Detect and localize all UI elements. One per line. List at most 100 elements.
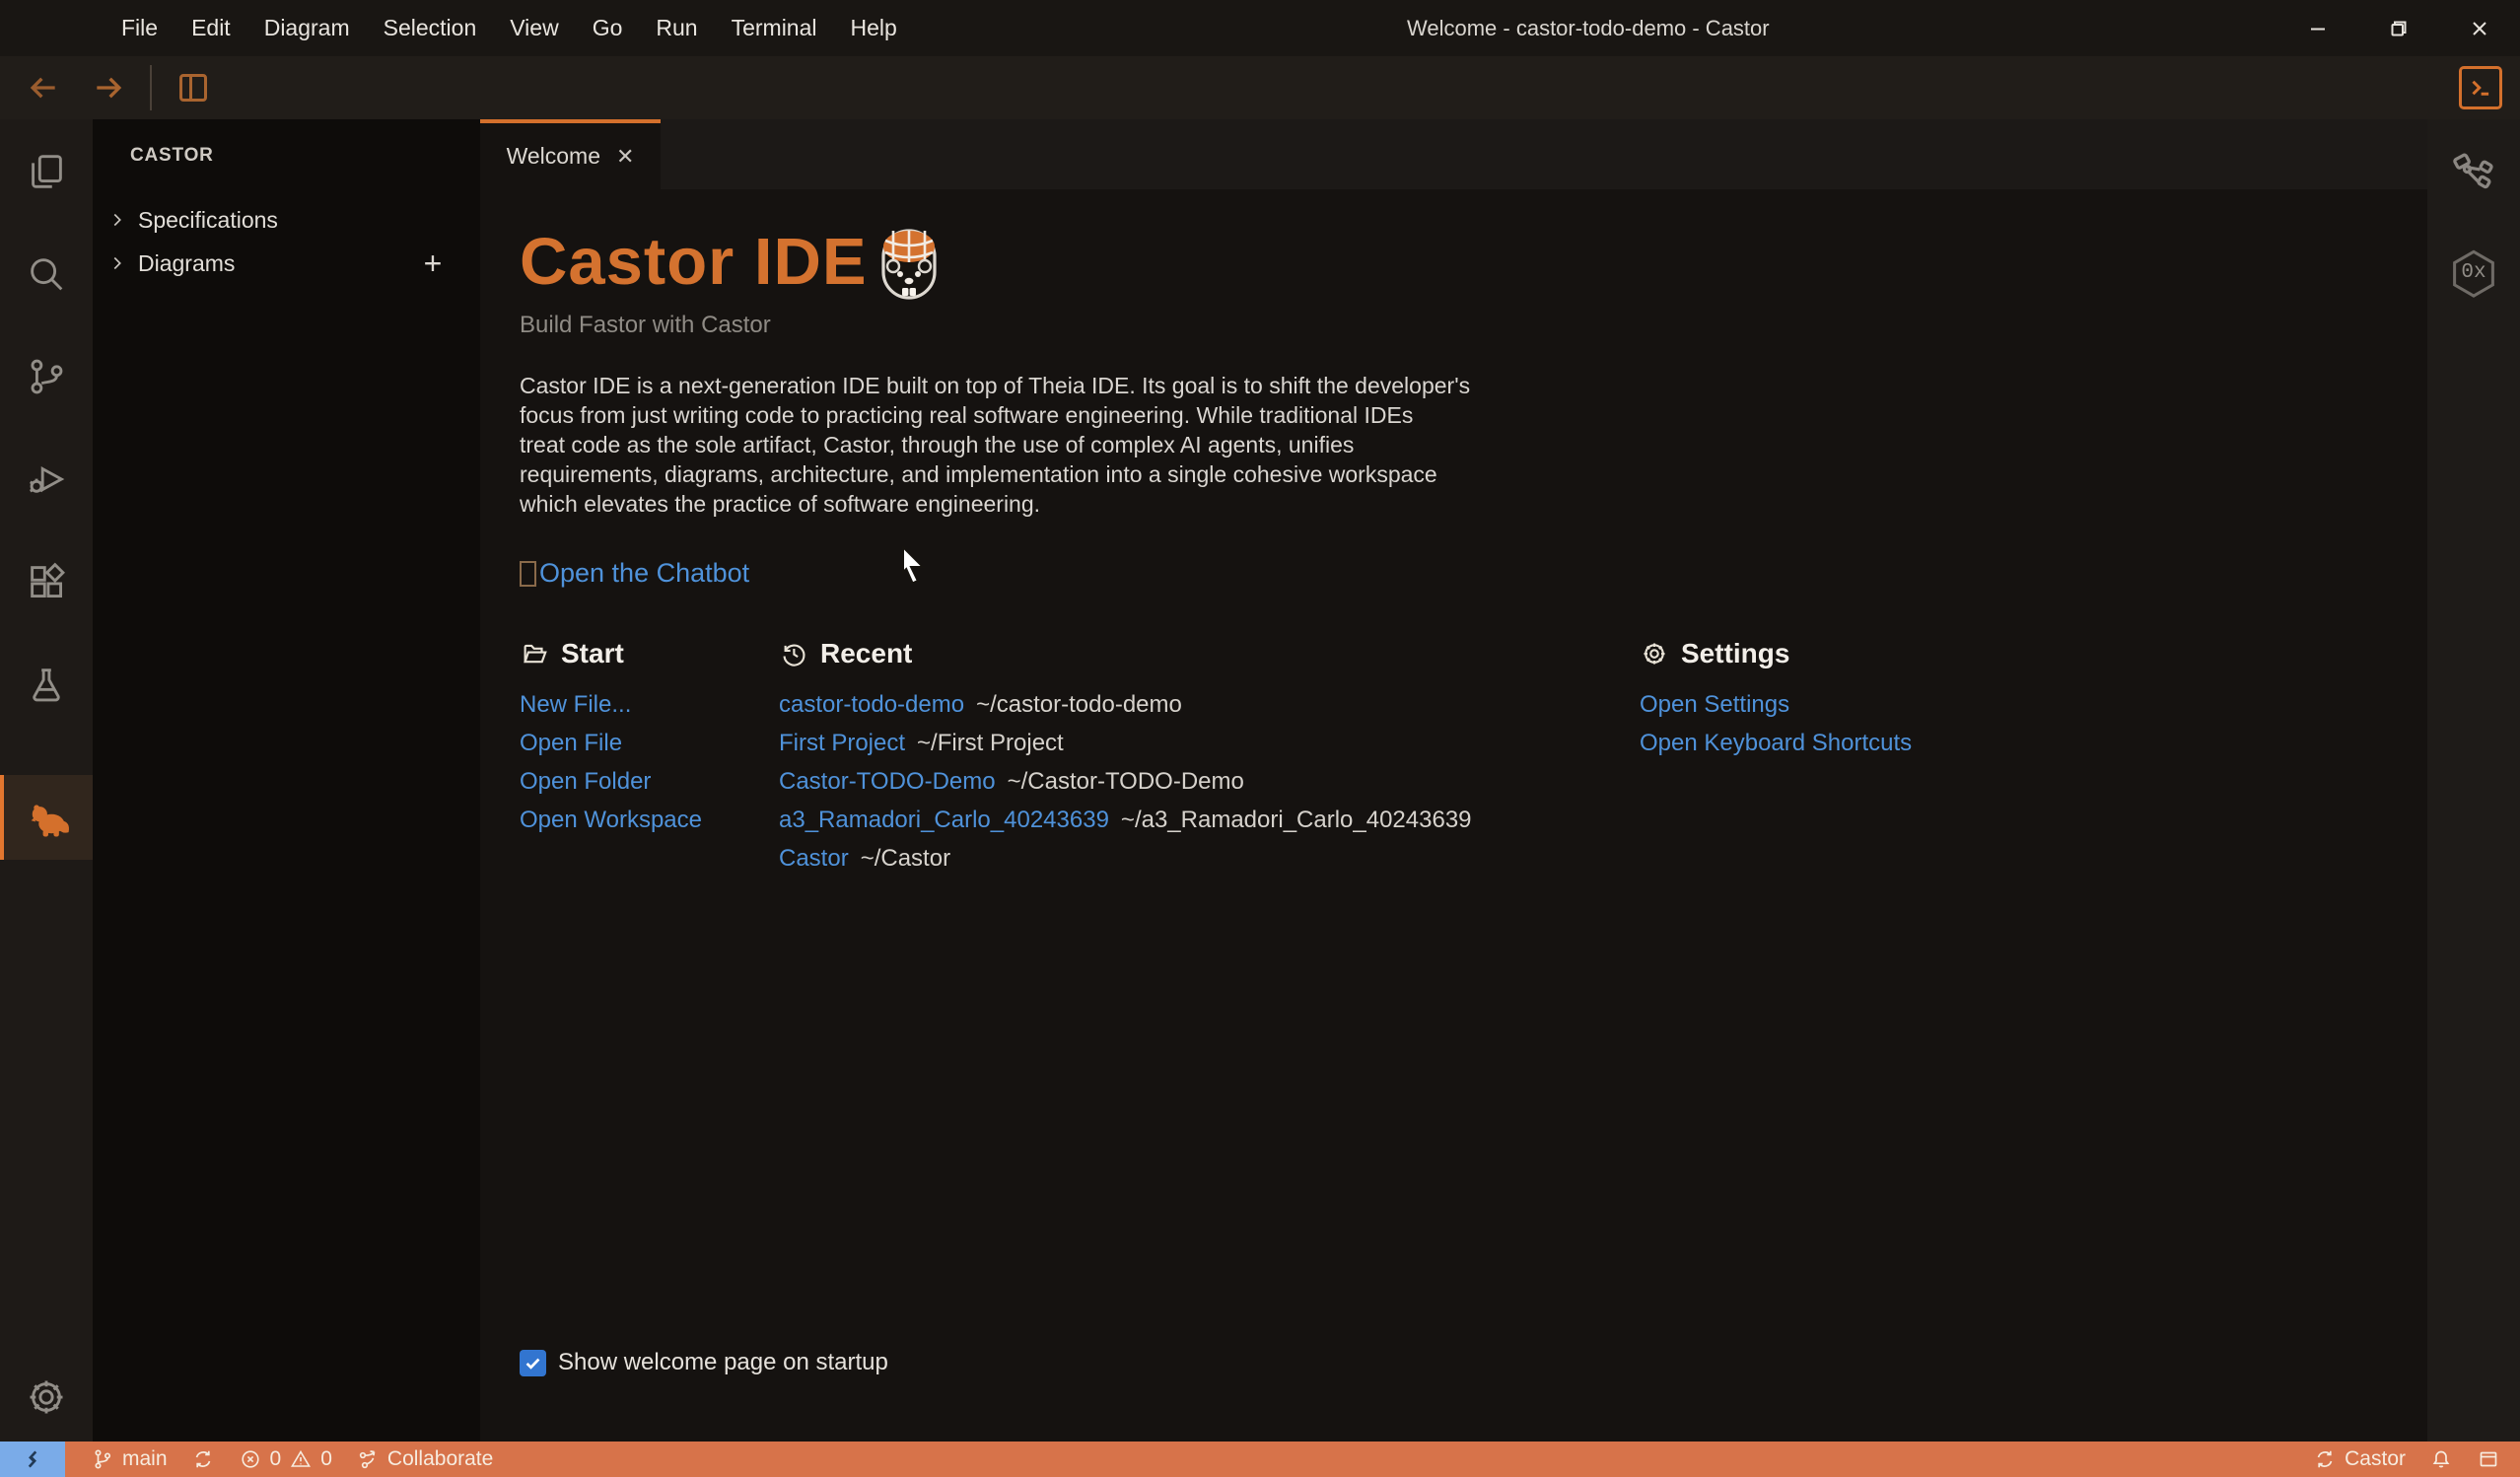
open-workspace-link[interactable]: Open Workspace: [520, 807, 702, 834]
sidebar-item-source-control[interactable]: [0, 347, 93, 406]
notifications-button[interactable]: [2417, 1442, 2465, 1477]
sidebar-item-castor[interactable]: [0, 775, 93, 860]
terminal-button[interactable]: [2459, 66, 2502, 109]
menu-edit[interactable]: Edit: [175, 0, 247, 56]
right-activity-bar: 0x: [2427, 119, 2520, 1442]
menu-go[interactable]: Go: [576, 0, 640, 56]
castor-beaver-icon: [23, 792, 74, 843]
sync-icon: [2313, 1447, 2337, 1471]
castor-status-button[interactable]: Castor: [2301, 1442, 2417, 1477]
hex-tool-button[interactable]: 0x: [2448, 247, 2499, 303]
recent-item: Castor-TODO-Demo ~/Castor-TODO-Demo: [779, 762, 1640, 801]
branch-indicator[interactable]: main: [79, 1442, 179, 1477]
debug-icon: [24, 457, 69, 502]
add-diagram-button[interactable]: +: [415, 247, 451, 279]
error-count: 0: [270, 1447, 282, 1471]
description-line: requirements, diagrams, architecture, an…: [520, 459, 2427, 489]
recent-workspace-link[interactable]: castor-todo-demo: [779, 691, 964, 719]
status-bar: main 0 0 Collaborate Castor: [0, 1442, 2520, 1477]
sidebar-item-search[interactable]: [0, 245, 93, 304]
open-keyboard-shortcuts-link[interactable]: Open Keyboard Shortcuts: [1640, 730, 1912, 757]
sync-button[interactable]: [179, 1442, 227, 1477]
start-section: Start New File... Open File Open Folder …: [520, 634, 779, 878]
test-flask-icon: [24, 662, 69, 707]
menu-diagram[interactable]: Diagram: [247, 0, 367, 56]
sidebar-item-testing[interactable]: [0, 655, 93, 714]
split-editor-icon[interactable]: [174, 68, 213, 107]
toggle-panel-button[interactable]: [2465, 1442, 2512, 1477]
new-file-link[interactable]: New File...: [520, 691, 631, 719]
warning-count: 0: [320, 1447, 332, 1471]
extensions-icon: [24, 559, 69, 604]
forward-icon[interactable]: [89, 68, 128, 107]
remote-icon: [20, 1446, 45, 1472]
menu-selection[interactable]: Selection: [367, 0, 494, 56]
start-header: Start: [561, 638, 624, 669]
titlebar: File Edit Diagram Selection View Go Run …: [0, 0, 2520, 56]
sidebar-item-extensions[interactable]: [0, 552, 93, 611]
tree-item-label: Diagrams: [138, 250, 235, 277]
recent-workspace-path: ~/Castor: [861, 845, 950, 873]
description: Castor IDE is a next-generation IDE buil…: [520, 371, 2427, 519]
menu-view[interactable]: View: [493, 0, 575, 56]
sidebar-item-specifications[interactable]: Specifications: [93, 198, 480, 242]
startup-checkbox[interactable]: [520, 1350, 546, 1376]
page-title: Castor IDE: [520, 227, 868, 298]
recent-item: First Project ~/First Project: [779, 724, 1640, 762]
sidebar-item-diagrams[interactable]: Diagrams +: [93, 242, 480, 285]
tab-label: Welcome: [507, 143, 600, 170]
menu-terminal[interactable]: Terminal: [715, 0, 834, 56]
chevron-right-icon: [106, 252, 128, 274]
sidebar-item-explorer[interactable]: [0, 142, 93, 201]
node-graph-icon: [2448, 145, 2499, 196]
recent-workspace-link[interactable]: First Project: [779, 730, 905, 757]
recent-workspace-link[interactable]: Castor-TODO-Demo: [779, 768, 996, 796]
missing-glyph-icon: [520, 561, 536, 587]
minimize-button[interactable]: [2277, 0, 2358, 56]
menu-file[interactable]: File: [105, 0, 175, 56]
back-icon[interactable]: [24, 68, 63, 107]
files-icon: [24, 149, 69, 194]
window-controls: [2277, 0, 2520, 56]
source-control-icon: [24, 354, 69, 399]
castor-status-label: Castor: [2345, 1447, 2406, 1471]
remote-indicator[interactable]: [0, 1442, 65, 1477]
collaborate-label: Collaborate: [387, 1447, 493, 1471]
menu-run[interactable]: Run: [639, 0, 714, 56]
tab-welcome[interactable]: Welcome ✕: [480, 119, 661, 189]
search-icon: [24, 251, 69, 297]
menu-help[interactable]: Help: [834, 0, 914, 56]
sidebar-item-run-debug[interactable]: [0, 450, 93, 509]
share-icon: [356, 1447, 380, 1471]
open-settings-link[interactable]: Open Settings: [1640, 691, 1789, 719]
panel-title: CASTOR: [93, 119, 480, 167]
recent-workspace-link[interactable]: Castor: [779, 845, 849, 873]
open-file-link[interactable]: Open File: [520, 730, 622, 757]
recent-workspace-link[interactable]: a3_Ramadori_Carlo_40243639: [779, 807, 1109, 834]
branch-label: main: [122, 1447, 168, 1471]
gear-icon: [24, 1374, 69, 1420]
problems-indicator[interactable]: 0 0: [227, 1442, 344, 1477]
restore-button[interactable]: [2358, 0, 2439, 56]
recent-header: Recent: [820, 638, 912, 669]
history-icon: [779, 639, 808, 668]
layout-icon: [2477, 1447, 2500, 1471]
description-line: treat code as the sole artifact, Castor,…: [520, 430, 2427, 459]
settings-section: Settings Open Settings Open Keyboard Sho…: [1640, 634, 1912, 878]
editor-group: Welcome ✕ Castor IDE Build: [480, 119, 2427, 1442]
collaborate-button[interactable]: Collaborate: [344, 1442, 505, 1477]
chevron-right-icon: [106, 209, 128, 231]
tab-close-icon[interactable]: ✕: [616, 146, 634, 168]
open-folder-link[interactable]: Open Folder: [520, 768, 651, 796]
activity-bar: [0, 119, 93, 1442]
recent-workspace-path: ~/Castor-TODO-Demo: [1008, 768, 1244, 796]
recent-item: a3_Ramadori_Carlo_40243639 ~/a3_Ramadori…: [779, 801, 1640, 839]
navigation-toolbar: [0, 56, 2520, 119]
open-chatbot-link[interactable]: Open the Chatbot: [539, 558, 749, 589]
close-button[interactable]: [2439, 0, 2520, 56]
settings-header: Settings: [1681, 638, 1789, 669]
page-subtitle: Build Fastor with Castor: [520, 312, 2427, 339]
diagram-graph-button[interactable]: [2448, 145, 2499, 196]
error-icon: [239, 1447, 262, 1471]
manage-button[interactable]: [0, 1374, 93, 1420]
